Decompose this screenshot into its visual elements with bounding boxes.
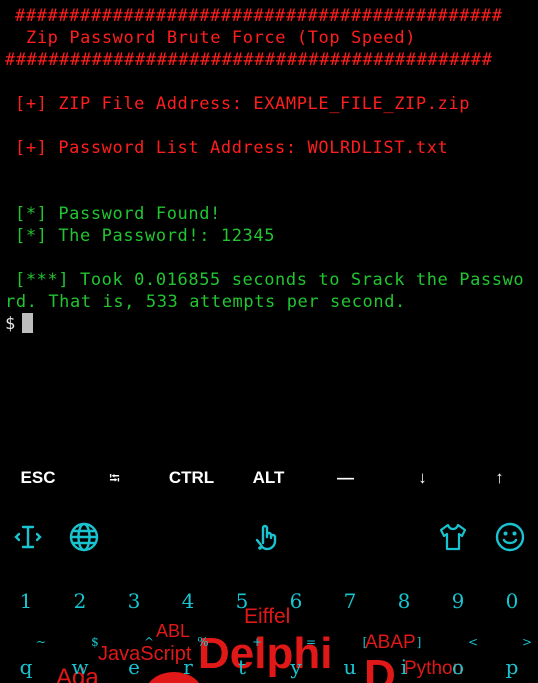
key-o[interactable]: o bbox=[438, 655, 478, 679]
banner-title: Zip Password Brute Force (Top Speed) bbox=[26, 28, 417, 48]
key-e[interactable]: e bbox=[114, 655, 154, 679]
extra-keys-row: ESC ⭾ CTRL ALT — ↓ ↑ bbox=[0, 455, 538, 501]
theme-shirt-icon[interactable] bbox=[437, 521, 469, 553]
banner-top: ########################################… bbox=[15, 6, 503, 26]
key-q[interactable]: q bbox=[6, 655, 46, 679]
key-y[interactable]: y bbox=[276, 655, 316, 679]
key-9[interactable]: 9 bbox=[438, 589, 478, 613]
key-i[interactable]: i bbox=[384, 655, 424, 679]
ctrl-key[interactable]: CTRL bbox=[153, 455, 230, 501]
text-cursor bbox=[21, 313, 33, 333]
timing-line-2: rd. That is, 533 attempts per second. bbox=[5, 292, 406, 312]
shell-prompt[interactable]: $ bbox=[5, 313, 33, 335]
key-hint: $ bbox=[91, 635, 99, 649]
text-cursor-icon[interactable] bbox=[12, 521, 44, 553]
key-hint: > bbox=[521, 635, 533, 649]
key-hint: < bbox=[467, 635, 479, 649]
key-hint: ~ bbox=[35, 635, 47, 649]
alt-key[interactable]: ALT bbox=[230, 455, 307, 501]
zip-address-line: [+] ZIP File Address: EXAMPLE_FILE_ZIP.z… bbox=[15, 94, 471, 114]
key-7[interactable]: 7 bbox=[330, 589, 370, 613]
key-hint: ^ bbox=[143, 635, 155, 649]
key-0[interactable]: 0 bbox=[492, 589, 532, 613]
key-5[interactable]: 5 bbox=[222, 589, 262, 613]
terminal-output[interactable]: ########################################… bbox=[0, 0, 538, 455]
key-t[interactable]: t bbox=[222, 655, 262, 679]
key-2[interactable]: 2 bbox=[60, 589, 100, 613]
key-p[interactable]: p bbox=[492, 655, 532, 679]
key-hint: + bbox=[251, 635, 263, 649]
password-found-line: [*] Password Found! bbox=[15, 204, 221, 224]
emoji-icon[interactable] bbox=[494, 521, 526, 553]
dash-key[interactable]: — bbox=[307, 455, 384, 501]
password-value-line: [*] The Password!: 12345 bbox=[15, 226, 276, 246]
key-4[interactable]: 4 bbox=[168, 589, 208, 613]
arrow-down-key[interactable]: ↓ bbox=[384, 455, 461, 501]
prompt-symbol: $ bbox=[5, 314, 16, 334]
key-8[interactable]: 8 bbox=[384, 589, 424, 613]
key-6[interactable]: 6 bbox=[276, 589, 316, 613]
key-r[interactable]: r bbox=[168, 655, 208, 679]
esc-key[interactable]: ESC bbox=[0, 455, 76, 501]
key-hint: % bbox=[197, 635, 209, 649]
key-hint: = bbox=[305, 635, 317, 649]
soft-keyboard: Eiffel ABL JavaScript Delphi ABAP Python… bbox=[0, 501, 538, 683]
key-1[interactable]: 1 bbox=[6, 589, 46, 613]
key-hint: [ bbox=[362, 635, 368, 649]
key-3[interactable]: 3 bbox=[114, 589, 154, 613]
gesture-hand-icon[interactable] bbox=[251, 521, 283, 553]
key-u[interactable]: u bbox=[330, 655, 370, 679]
key-hint: ] bbox=[416, 635, 422, 649]
password-list-line: [+] Password List Address: WOLRDLIST.txt bbox=[15, 138, 449, 158]
banner-bottom: ########################################… bbox=[5, 50, 493, 70]
tab-key[interactable]: ⭾ bbox=[76, 455, 153, 501]
key-w[interactable]: w bbox=[60, 655, 100, 679]
globe-icon[interactable] bbox=[68, 521, 100, 553]
timing-line-1: [***] Took 0.016855 seconds to Srack the… bbox=[15, 270, 525, 290]
arrow-up-key[interactable]: ↑ bbox=[461, 455, 538, 501]
